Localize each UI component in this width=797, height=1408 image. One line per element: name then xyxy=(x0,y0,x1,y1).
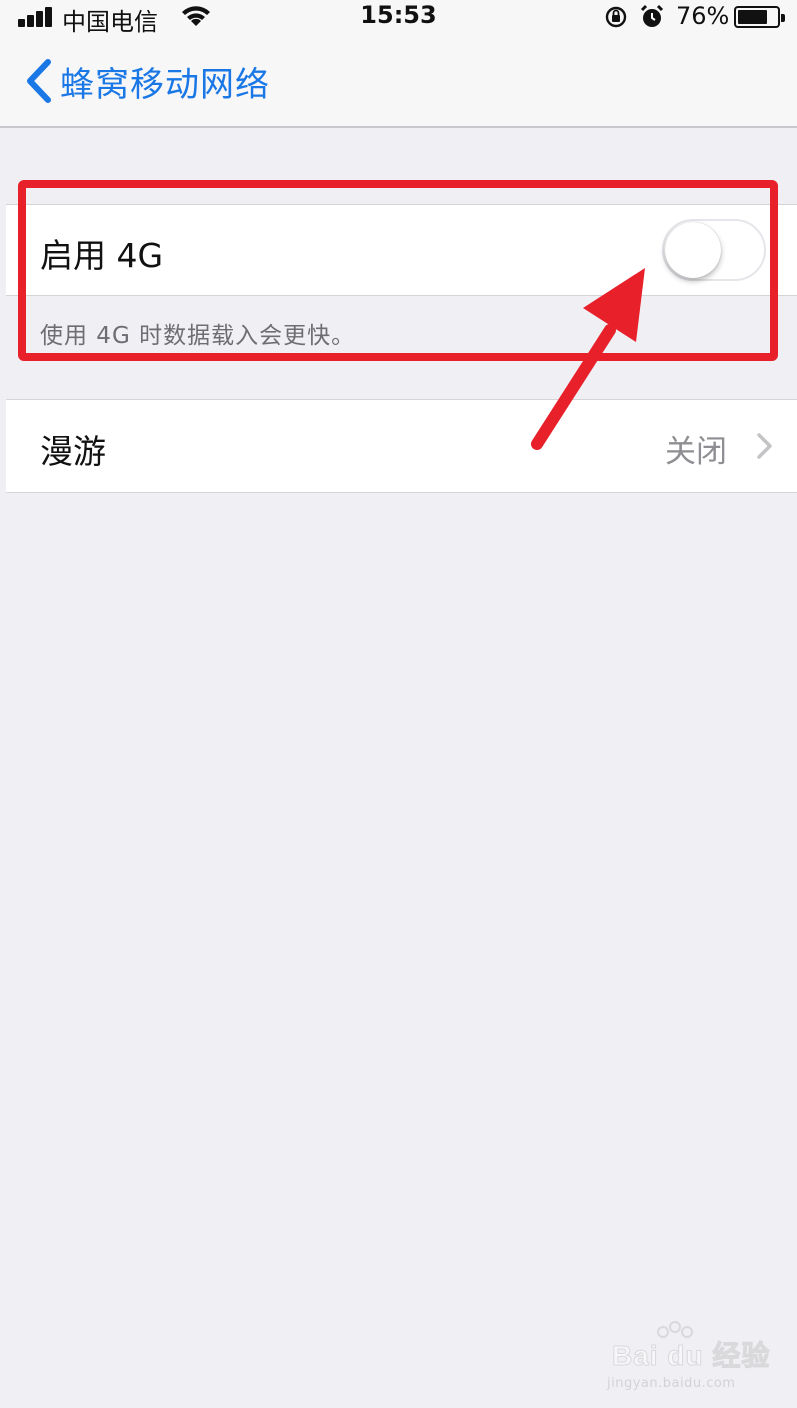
annotation-arrow xyxy=(531,268,645,450)
watermark-brand: Bai du 经验 xyxy=(611,1340,771,1372)
baidu-watermark: Bai du 经验 jingyan.baidu.com xyxy=(585,1318,785,1398)
watermark-url: jingyan.baidu.com xyxy=(607,1376,736,1391)
settings-screen: 中国电信 15:53 76% 蜂窝移动网络 启用 4G 使用 4G 时数据载入会… xyxy=(0,0,797,1408)
